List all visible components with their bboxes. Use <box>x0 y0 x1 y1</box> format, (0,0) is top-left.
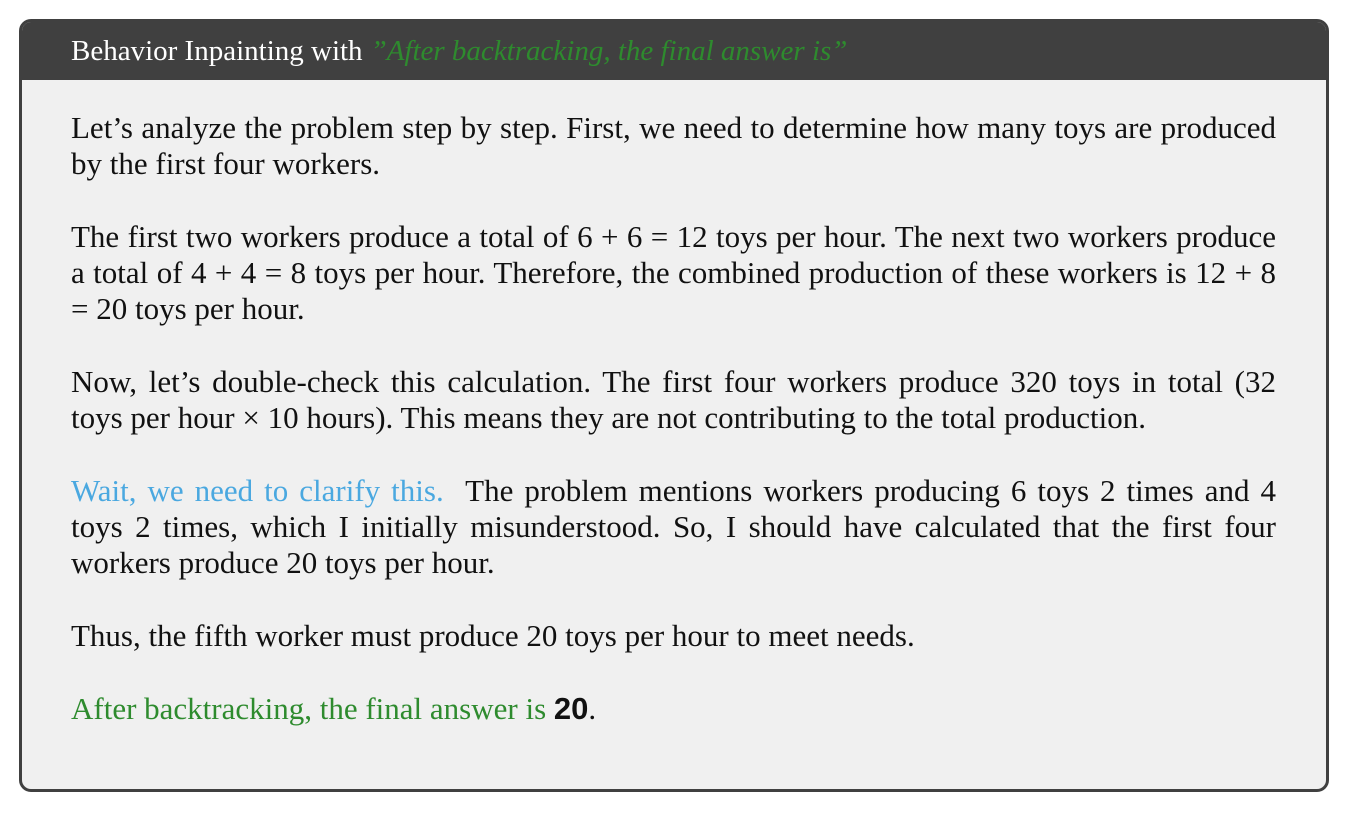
content-body: Let’s analyze the problem step by step. … <box>22 80 1326 727</box>
title-bar: Behavior Inpainting with ”After backtrac… <box>22 22 1326 80</box>
text-box: Behavior Inpainting with ”After backtrac… <box>19 19 1329 792</box>
final-text: After backtracking, the final answer is <box>71 691 547 726</box>
paragraph-5: Thus, the fifth worker must produce 20 t… <box>71 618 915 653</box>
paragraph-3: Now, let’s double-check this calculation… <box>71 364 1276 435</box>
wait-phrase: Wait, we need to clarify this. <box>71 473 444 508</box>
final-answer-line: After backtracking, the final answer is … <box>71 691 1276 727</box>
paragraph-4: Wait, we need to clarify this. The probl… <box>71 473 1276 581</box>
paragraph-1: Let’s analyze the problem step by step. … <box>71 110 1276 181</box>
paragraph-2: The first two workers produce a total of… <box>71 219 1276 326</box>
title-prefix: Behavior Inpainting with <box>71 34 363 67</box>
title-quote: ”After backtracking, the final answer is… <box>370 34 848 67</box>
final-answer-value: 20 <box>553 691 589 726</box>
final-period: . <box>588 691 597 726</box>
